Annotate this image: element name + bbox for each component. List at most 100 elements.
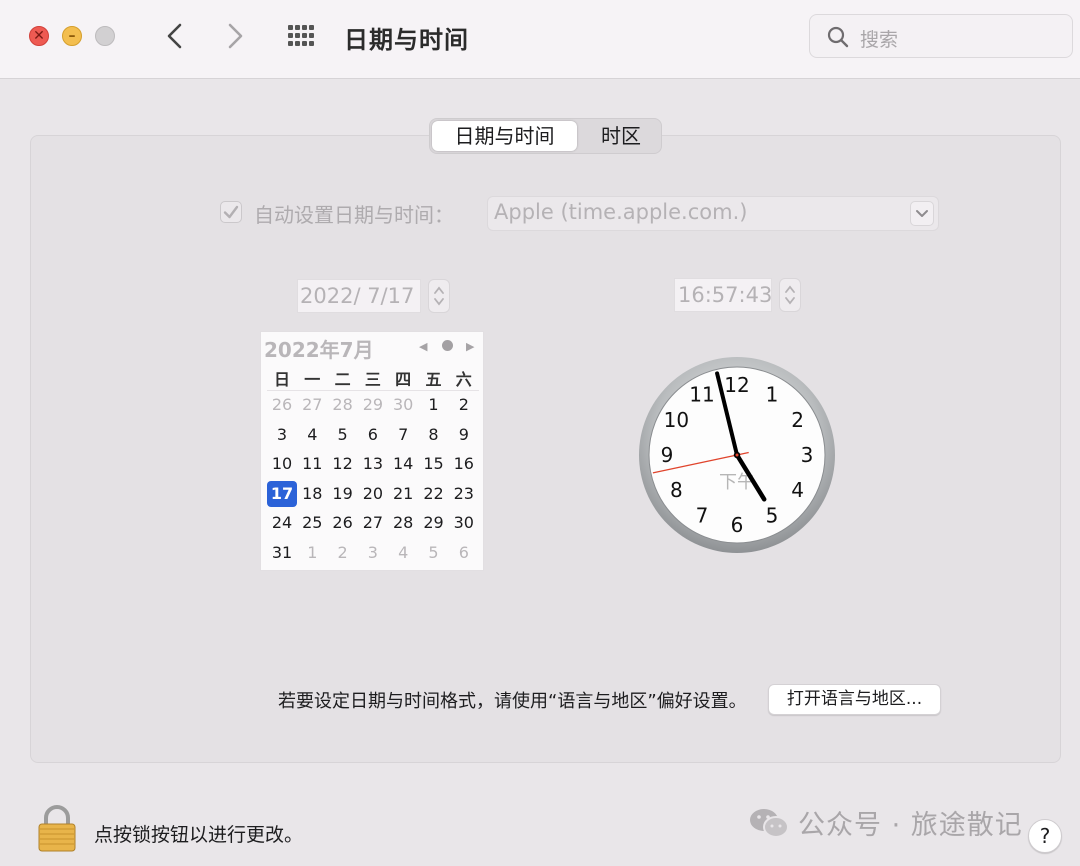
stepper-arrows-icon [785, 285, 795, 305]
clock-number: 10 [664, 408, 689, 432]
close-icon: ✕ [33, 28, 45, 44]
calendar-day[interactable]: 18 [297, 481, 327, 507]
window-title: 日期与时间 [344, 26, 469, 54]
calendar-day[interactable]: 27 [297, 392, 327, 418]
calendar-day-selected[interactable]: 17 [267, 480, 297, 507]
calendar-day[interactable]: 4 [388, 540, 418, 566]
calendar-day[interactable]: 26 [267, 392, 297, 418]
auto-set-checkbox[interactable] [220, 201, 242, 223]
calendar-weekday: 四 [395, 370, 412, 389]
calendar-day[interactable]: 12 [328, 451, 358, 477]
search-icon [827, 26, 849, 48]
stepper-arrows-icon [434, 286, 444, 306]
time-server-select[interactable]: Apple (time.apple.com.) [487, 196, 939, 231]
clock-number: 6 [731, 513, 744, 537]
calendar-day[interactable]: 21 [388, 481, 418, 507]
calendar-day[interactable]: 14 [388, 451, 418, 477]
calendar-day[interactable]: 7 [388, 422, 418, 448]
calendar-day[interactable]: 5 [328, 422, 358, 448]
calendar-weekday: 二 [334, 370, 351, 389]
clock-number: 2 [791, 408, 804, 432]
clock-number: 7 [696, 504, 709, 528]
date-stepper[interactable] [428, 279, 450, 313]
tab-date-time[interactable]: 日期与时间 [432, 121, 577, 151]
clock-number: 11 [689, 382, 714, 406]
calendar-day[interactable]: 9 [449, 422, 479, 448]
tab-bar: 日期与时间 时区 [429, 118, 662, 154]
auto-set-label: 自动设置日期与时间： [254, 203, 454, 227]
clock-number: 12 [724, 373, 749, 397]
calendar-day[interactable]: 28 [388, 510, 418, 536]
analog-clock: 12 1234567891011 下午 [639, 357, 835, 553]
calendar-day[interactable]: 20 [358, 481, 388, 507]
calendar-day[interactable]: 16 [449, 451, 479, 477]
lock-icon[interactable] [36, 805, 78, 853]
clock-center-pin [735, 453, 739, 457]
show-all-grid-icon[interactable] [286, 24, 318, 50]
calendar-day[interactable]: 15 [419, 451, 449, 477]
calendar-weekday: 六 [455, 370, 472, 389]
calendar-day[interactable]: 5 [419, 540, 449, 566]
next-month-icon[interactable]: ▶ [466, 340, 474, 353]
time-input[interactable]: 16:57:43 [674, 278, 772, 312]
back-arrow-icon[interactable] [160, 18, 190, 54]
calendar-day[interactable]: 6 [358, 422, 388, 448]
calendar-day[interactable]: 23 [449, 481, 479, 507]
minimize-icon: – [68, 28, 76, 44]
calendar-day[interactable]: 29 [358, 392, 388, 418]
calendar-day[interactable]: 28 [328, 392, 358, 418]
calendar-day[interactable]: 13 [358, 451, 388, 477]
search-placeholder: 搜索 [860, 29, 899, 51]
calendar-day[interactable]: 6 [449, 540, 479, 566]
date-input[interactable]: 2022/ 7/17 [297, 279, 421, 313]
calendar-day[interactable]: 4 [297, 422, 327, 448]
calendar-day[interactable]: 2 [328, 540, 358, 566]
calendar-day[interactable]: 27 [358, 510, 388, 536]
search-field[interactable]: 搜索 [809, 14, 1073, 58]
calendar-day[interactable]: 19 [328, 481, 358, 507]
calendar-weekday: 日 [273, 370, 290, 389]
calendar-day[interactable]: 29 [419, 510, 449, 536]
format-hint-text: 若要设定日期与时间格式，请使用“语言与地区”偏好设置。 [278, 691, 747, 712]
calendar-day[interactable]: 8 [419, 422, 449, 448]
calendar-day[interactable]: 24 [267, 510, 297, 536]
calendar-day[interactable]: 3 [267, 422, 297, 448]
calendar-day[interactable]: 30 [388, 392, 418, 418]
calendar-weekday: 五 [425, 370, 442, 389]
calendar-day[interactable]: 1 [419, 392, 449, 418]
calendar-weekday: 三 [364, 370, 381, 389]
calendar-weekday-header: 日一二三四五六 [267, 366, 479, 391]
clock-number: 1 [766, 382, 779, 406]
today-dot-icon[interactable] [442, 340, 453, 351]
calendar-day[interactable]: 3 [358, 540, 388, 566]
time-stepper[interactable] [779, 278, 801, 312]
calendar[interactable]: 2022年7月 ◀ ▶ 日一二三四五六 26 27 28 29 30 1 2 3 4 5 6 7 8 9 1… [260, 331, 484, 571]
watermark-text: 公众号 · 旅途散记 [798, 810, 1023, 841]
calendar-day[interactable]: 2 [449, 392, 479, 418]
calendar-day[interactable]: 10 [267, 451, 297, 477]
calendar-day[interactable]: 31 [267, 540, 297, 566]
wechat-logo-icon [750, 809, 789, 838]
clock-number: 8 [670, 478, 683, 502]
calendar-day[interactable]: 30 [449, 510, 479, 536]
forward-arrow-icon[interactable] [220, 18, 250, 54]
title-bar: ✕ – 日期与时间 搜索 [0, 0, 1080, 79]
minimize-button[interactable]: – [62, 26, 82, 46]
prev-month-icon[interactable]: ◀ [419, 340, 427, 353]
help-button[interactable]: ? [1028, 819, 1062, 853]
calendar-day[interactable]: 22 [419, 481, 449, 507]
chevron-down-icon[interactable] [910, 201, 934, 226]
calendar-day[interactable]: 25 [297, 510, 327, 536]
clock-number: 9 [661, 443, 674, 467]
open-language-region-button[interactable]: 打开语言与地区... [768, 684, 941, 715]
close-button[interactable]: ✕ [29, 26, 49, 46]
checkmark-icon [223, 205, 239, 219]
clock-number: 5 [766, 504, 779, 528]
calendar-day[interactable]: 26 [328, 510, 358, 536]
zoom-button[interactable] [95, 26, 115, 46]
tab-time-zone[interactable]: 时区 [582, 121, 660, 151]
calendar-day[interactable]: 1 [297, 540, 327, 566]
calendar-weekday: 一 [304, 370, 321, 389]
calendar-day[interactable]: 11 [297, 451, 327, 477]
clock-number: 4 [791, 478, 804, 502]
